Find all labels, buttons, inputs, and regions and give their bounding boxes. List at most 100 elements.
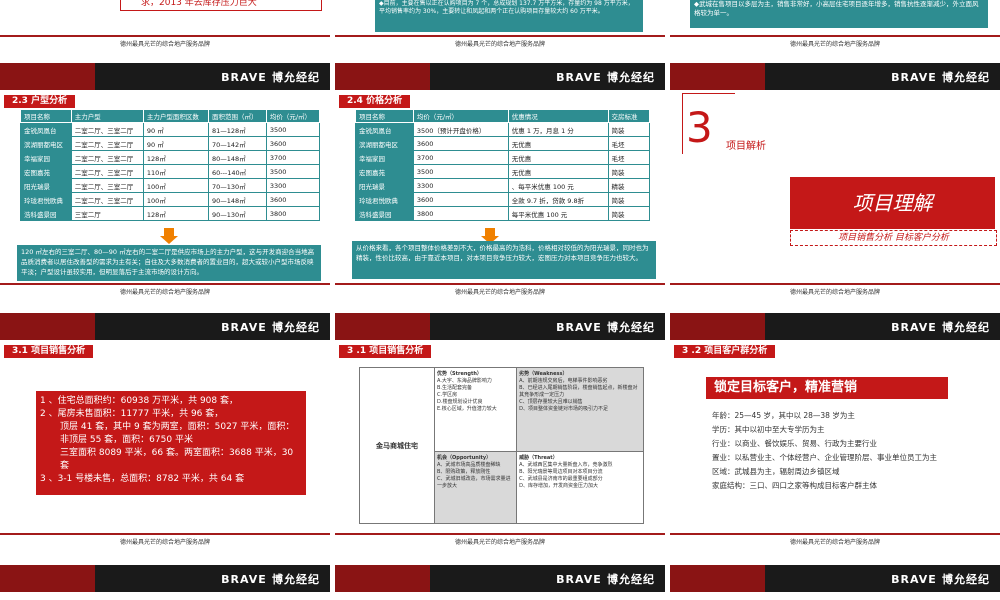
customer-details: 年龄：25—45 岁，其中以 28—38 岁为主 学历：其中以初中至大专学历为主…	[712, 411, 937, 490]
table-cell: 90 ㎡	[142, 122, 209, 137]
table-row: 玲珑君悦欧典 二室二厅、三室二厅 100㎡ 90—148㎡ 3600	[20, 192, 321, 207]
table-cell: 幸福家园	[355, 150, 414, 165]
top-bar: BRAVE 博允经纪	[670, 565, 1000, 592]
table-cell: 70—142㎡	[207, 136, 267, 151]
understanding-subtitle: 项目销售分析 目标客户分析	[790, 230, 997, 246]
table-row: 浩科盛景园 三室二厅 128㎡ 90—130㎡ 3800	[20, 206, 321, 221]
table-row: 滨湖丽都电区 3600 无优惠 毛坯	[355, 136, 650, 151]
brand-logo: BRAVE 博允经纪	[556, 321, 655, 334]
footer: 德州最具光芒的综合地产服务品牌	[335, 283, 665, 303]
brand-logo: BRAVE 博允经纪	[891, 71, 990, 84]
slide-2-3-unit-analysis: BRAVE 博允经纪 2.3 户型分析 项目名称 主力户型 主力户型面积区数 面积范围…	[0, 63, 330, 303]
table-cell: 3300	[265, 178, 321, 193]
table-row: 金锐凤凰台 二室二厅、三室二厅 90 ㎡ 81—128㎡ 3500	[20, 122, 321, 137]
table-cell: 精装	[607, 178, 650, 193]
section-label: 2.4 价格分析	[339, 95, 411, 108]
section-title: 项目解析	[726, 141, 766, 152]
table-header: 主力户型面积区数	[142, 109, 209, 123]
table-cell: 3500	[265, 164, 321, 179]
table-cell: 滨湖丽都电区	[355, 136, 414, 151]
table-cell: 无优惠	[507, 136, 609, 151]
sales-line: 2 、尾房未售面积：11777 平米，共 96 套，	[40, 409, 224, 419]
table-cell: 全款 9.7 折，贷款 9.8折	[507, 192, 609, 207]
top-bar: BRAVE 博允经纪	[0, 565, 330, 592]
slide-row4-1: BRAVE 博允经纪	[0, 565, 330, 600]
top-bar: BRAVE 博允经纪	[335, 63, 665, 90]
table-cell: 毛坯	[607, 136, 650, 151]
section-label: 3 .1 项目销售分析	[339, 345, 432, 358]
table-header: 面积范围（㎡）	[207, 109, 267, 123]
footer: 德州最具光芒的综合地产服务品牌	[670, 283, 1000, 303]
section-label: 2.3 户型分析	[4, 95, 76, 108]
brand-logo: BRAVE 博允经纪	[556, 573, 655, 586]
top-bar: BRAVE 博允经纪	[0, 63, 330, 90]
footer: 德州最具光芒的综合地产服务品牌	[335, 533, 665, 553]
table-cell: 玲珑君悦欧典	[20, 192, 72, 207]
table-header: 项目名称	[355, 109, 414, 123]
sales-line: 1 、住宅总面积约：60938 万平米，共 908 套，	[40, 396, 238, 406]
slide-text: ◆目前，主要在售以正在认购项目为 7 个，总成规划 137.7 万平方米，存量约…	[375, 0, 643, 32]
sales-line: 顶层 41 套，其中 9 套为两室，面积：5027 平米，面积：非顶层 55 套…	[60, 422, 295, 445]
table-cell: 无优惠	[507, 150, 609, 165]
brand-logo: BRAVE 博允经纪	[891, 573, 990, 586]
slide-row1-2: ◆目前，主要在售以正在认购项目为 7 个，总成规划 137.7 万平方米，存量约…	[335, 0, 665, 55]
table-cell: 110㎡	[142, 164, 209, 179]
table-row: 阳光瑞景 二室二厅、三室二厅 100㎡ 70—130㎡ 3300	[20, 178, 321, 193]
sales-summary-box: 1 、住宅总面积约：60938 万平米，共 908 套， 2 、尾房未售面积：1…	[36, 391, 306, 495]
swot-weakness: 劣势（Weakness） A、前期违规交房后，电梯事件影响恶劣 B、已经进入尾期销…	[516, 366, 644, 453]
understanding-banner: 项目理解	[790, 177, 995, 229]
top-bar: BRAVE 博允经纪	[335, 565, 665, 592]
swot-opportunity: 机会（Opportunity） A、武城市场高品质楼盘稀缺 B、限购政策，释放刚性…	[433, 451, 518, 524]
analysis-note: 120 ㎡左右的三室二厅、80—90 ㎡左右的二室二厅是供应市场上的主力户型，这…	[17, 245, 321, 281]
table-cell: 二室二厅、三室二厅	[70, 164, 144, 179]
table-cell: 3500	[265, 122, 321, 137]
slide-3-1-swot: BRAVE 博允经纪 3 .1 项目销售分析 金马商城住宅 优势（Strengt…	[335, 313, 665, 553]
swot-table: 金马商城住宅 优势（Strength） A.大宇、东海品牌影响力 B.生活配套完备…	[359, 366, 644, 524]
footer: 德州最具光芒的综合地产服务品牌	[335, 35, 665, 55]
table-header: 优惠情况	[507, 109, 609, 123]
slide-3-1-sales-analysis: BRAVE 博允经纪 3.1 项目销售分析 1 、住宅总面积约：60938 万平…	[0, 313, 330, 553]
down-arrow-head	[160, 236, 178, 244]
price-table: 项目名称 均价（元/㎡） 优惠情况 交房标准 金锐凤凰台 3500（预计开盘价格） 优惠 1…	[355, 109, 650, 221]
table-header: 主力户型	[70, 109, 144, 123]
slide-3-2-customer-analysis: BRAVE 博允经纪 3 .2 项目客户群分析 锁定目标客户，精准营销 年龄：2…	[670, 313, 1000, 553]
footer: 德州最具光芒的综合地产服务品牌	[0, 35, 330, 55]
table-cell: 简装	[607, 122, 650, 137]
footer: 德州最具光芒的综合地产服务品牌	[0, 283, 330, 303]
table-cell: 100㎡	[142, 192, 209, 207]
swot-threat: 威胁（Threat） A、武城西区集中大量新盘入市，竞争激烈 B、阳光瑞景等周边项…	[516, 451, 644, 524]
table-cell: 玲珑君悦欧典	[355, 192, 414, 207]
table-cell: 二室二厅、三室二厅	[70, 192, 144, 207]
table-cell: 毛坯	[607, 150, 650, 165]
table-cell: 3600	[265, 192, 321, 207]
table-cell: 81—128㎡	[207, 122, 267, 137]
table-cell: 优惠 1 万，月息 1 分	[507, 122, 609, 137]
brand-logo: BRAVE 博允经纪	[556, 71, 655, 84]
table-cell: 100㎡	[142, 178, 209, 193]
table-cell: 3800	[265, 206, 321, 221]
table-row: 阳光瑞景 3300 、每平米优惠 100 元精装	[355, 178, 650, 193]
table-cell: 阳光瑞景	[355, 178, 414, 193]
table-cell: 幸福家园	[20, 150, 72, 165]
footer: 德州最具光芒的综合地产服务品牌	[0, 533, 330, 553]
slide-row1-3: ◆武城在售项目以多层为主，销售非常好，小高层住宅项目逐年增多，销售抗性逐渐减少，…	[670, 0, 1000, 55]
slide-text: ◆武城在售项目以多层为主，销售非常好，小高层住宅项目逐年增多，销售抗性逐渐减少，…	[690, 0, 988, 28]
table-cell: 浩科盛景园	[20, 206, 72, 221]
table-cell: 二室二厅、三室二厅	[70, 136, 144, 151]
top-bar: BRAVE 博允经纪	[670, 63, 1000, 90]
top-bar: BRAVE 博允经纪	[335, 313, 665, 340]
slide-row1-1: 求，2013 年去库存压力巨大 德州最具光芒的综合地产服务品牌	[0, 0, 330, 55]
table-cell: 二室二厅、三室二厅	[70, 178, 144, 193]
table-cell: 3800	[412, 206, 509, 221]
brand-logo: BRAVE 博允经纪	[221, 321, 320, 334]
table-cell: 60---140㎡	[207, 164, 267, 179]
table-cell: 宏图嘉苑	[20, 164, 72, 179]
table-cell: 90 ㎡	[142, 136, 209, 151]
table-row: 宏图嘉苑 二室二厅、三室二厅 110㎡ 60---140㎡ 3500	[20, 164, 321, 179]
table-cell: 三室二厅	[70, 206, 144, 221]
table-cell: 无优惠	[507, 164, 609, 179]
table-cell: 金锐凤凰台	[355, 122, 414, 137]
slide-row4-2: BRAVE 博允经纪	[335, 565, 665, 600]
table-cell: 简装	[607, 164, 650, 179]
table-cell: 70—130㎡	[207, 178, 267, 193]
